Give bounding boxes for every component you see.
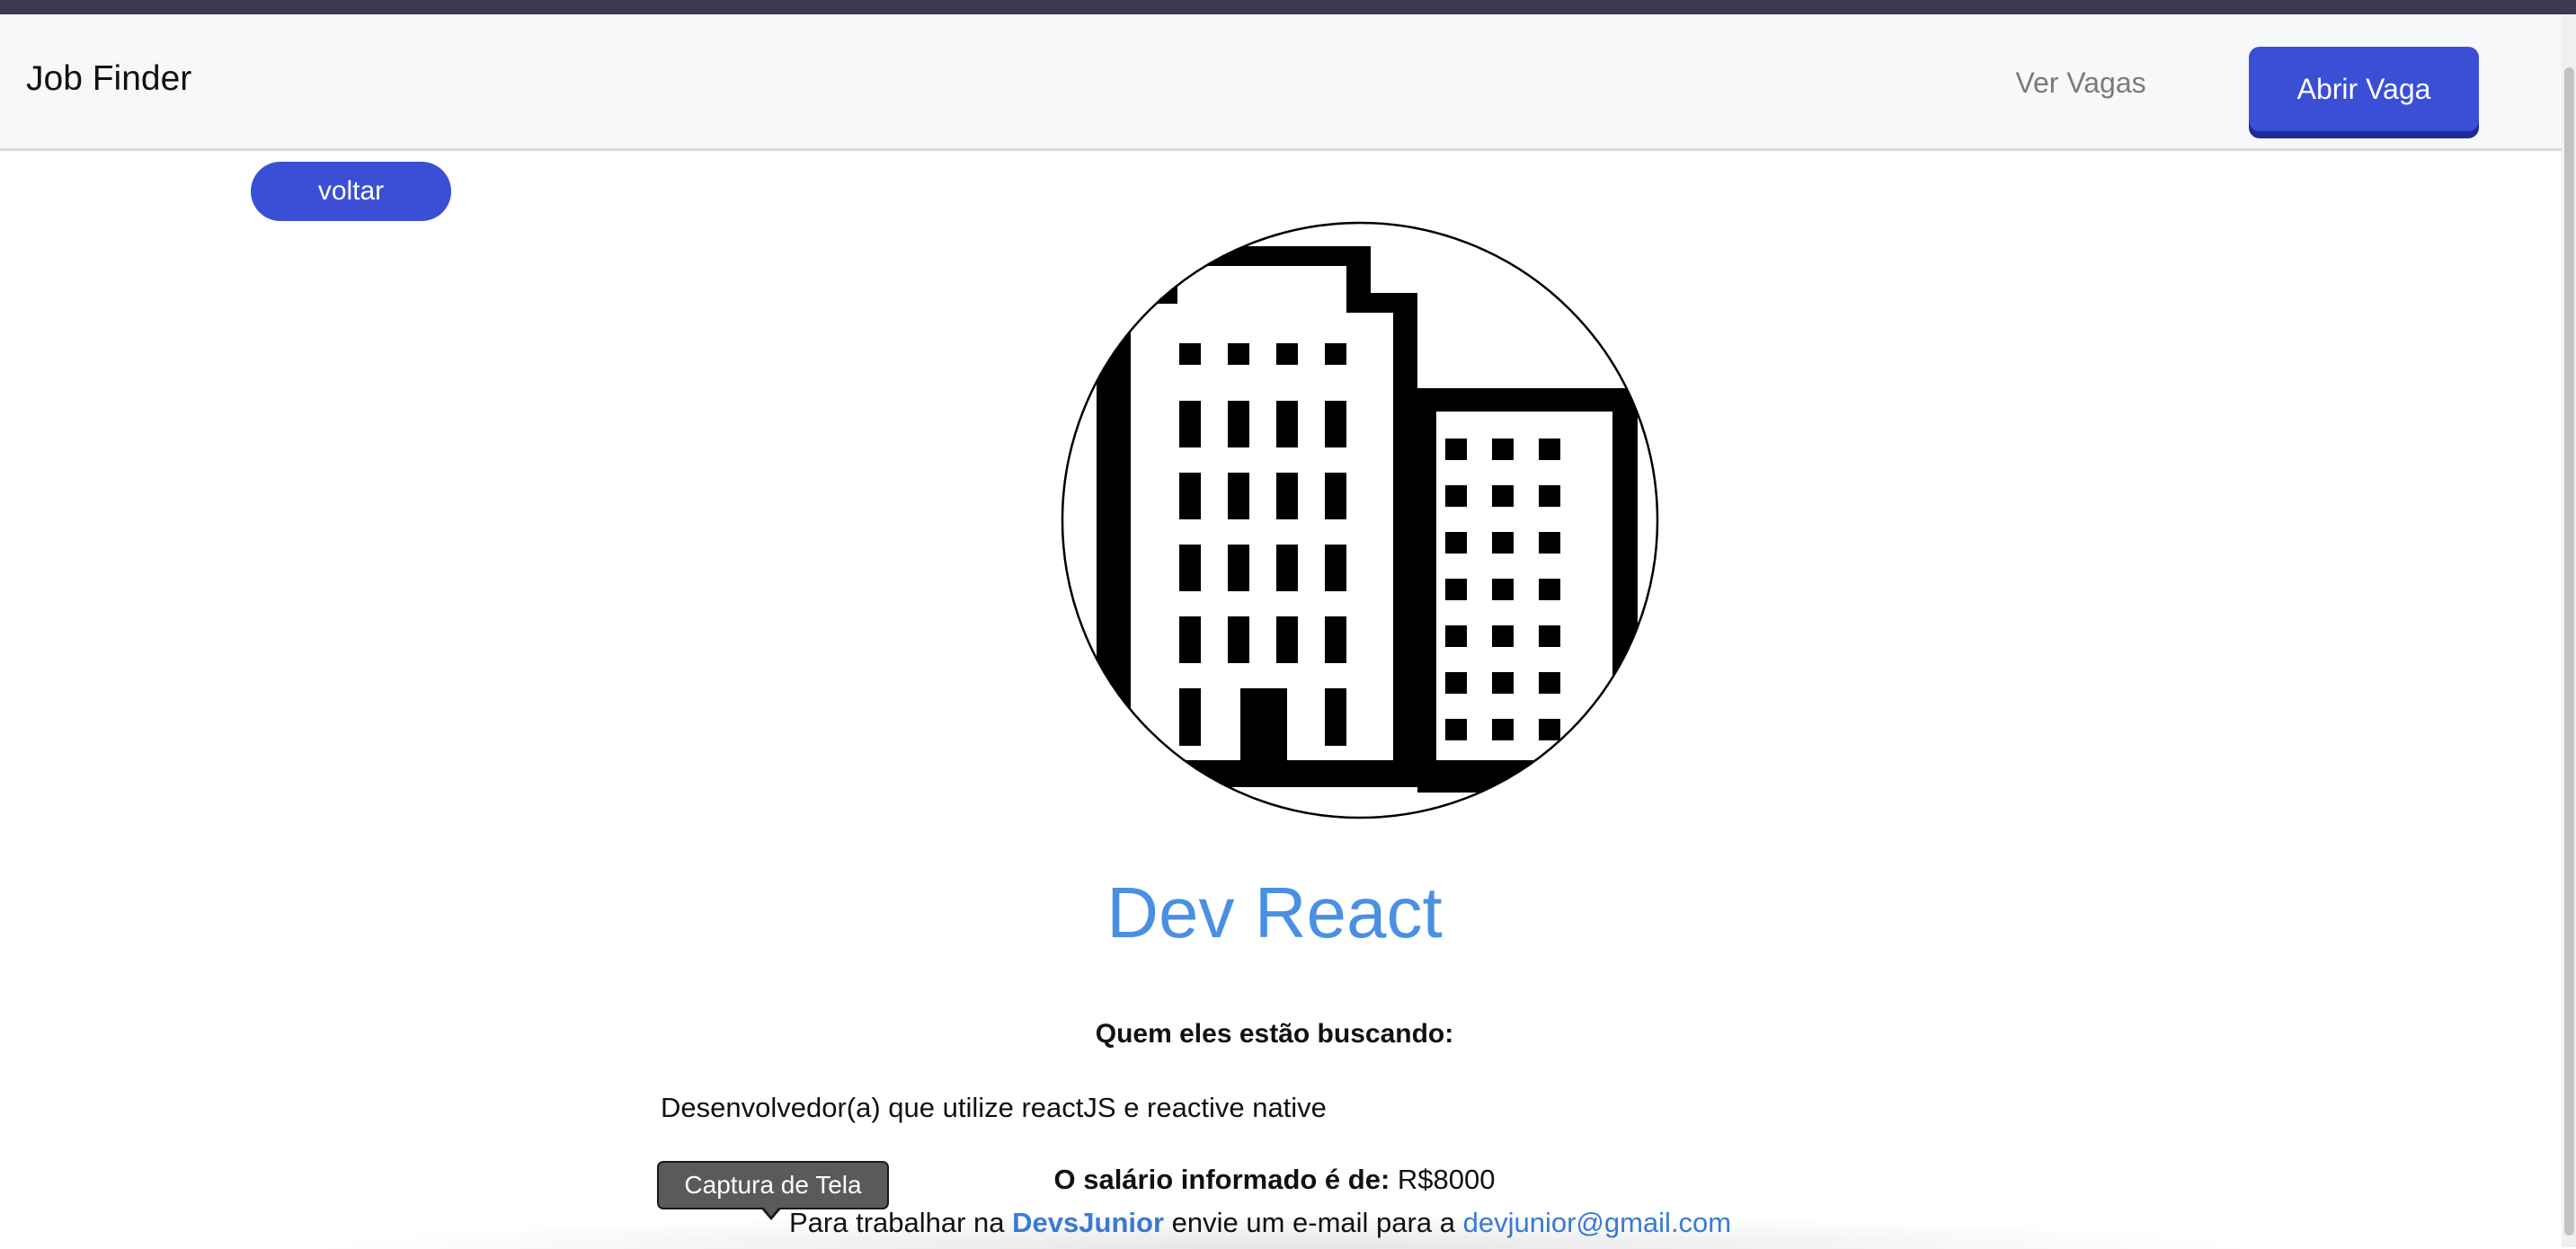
screenshot-tooltip: Captura de Tela bbox=[657, 1161, 889, 1209]
job-title: Dev React bbox=[1106, 873, 1443, 952]
back-button[interactable]: voltar bbox=[251, 162, 451, 221]
brand-title[interactable]: Job Finder bbox=[26, 59, 191, 99]
salary-label: O salário informado é de: bbox=[1053, 1164, 1390, 1195]
job-description: Desenvolvedor(a) que utilize reactJS e r… bbox=[661, 1092, 1327, 1123]
company-name-link[interactable]: DevsJunior bbox=[1012, 1207, 1164, 1238]
tooltip-tail-inner bbox=[763, 1207, 779, 1217]
abrir-vaga-button[interactable]: Abrir Vaga bbox=[2249, 47, 2479, 131]
navbar: Job Finder Ver Vagas Abrir Vaga bbox=[0, 14, 2562, 151]
scrollbar-thumb[interactable] bbox=[2564, 67, 2574, 1236]
window-top-strip bbox=[0, 0, 2576, 14]
salary-value: R$8000 bbox=[1397, 1164, 1496, 1195]
company-logo bbox=[1061, 221, 1659, 819]
contact-line: Para trabalhar na DevsJunior envie um e-… bbox=[789, 1207, 1731, 1239]
ver-vagas-link[interactable]: Ver Vagas bbox=[1977, 66, 2184, 100]
contact-prefix: Para trabalhar na bbox=[789, 1207, 1005, 1238]
contact-email-link[interactable]: devjunior@gmail.com bbox=[1463, 1207, 1732, 1238]
contact-middle: envie um e-mail para a bbox=[1171, 1207, 1455, 1238]
salary-line: O salário informado é de: R$8000 bbox=[0, 1164, 2549, 1196]
looking-for-heading: Quem eles estão buscando: bbox=[1095, 1019, 1454, 1049]
office-building-icon bbox=[1061, 221, 1659, 819]
